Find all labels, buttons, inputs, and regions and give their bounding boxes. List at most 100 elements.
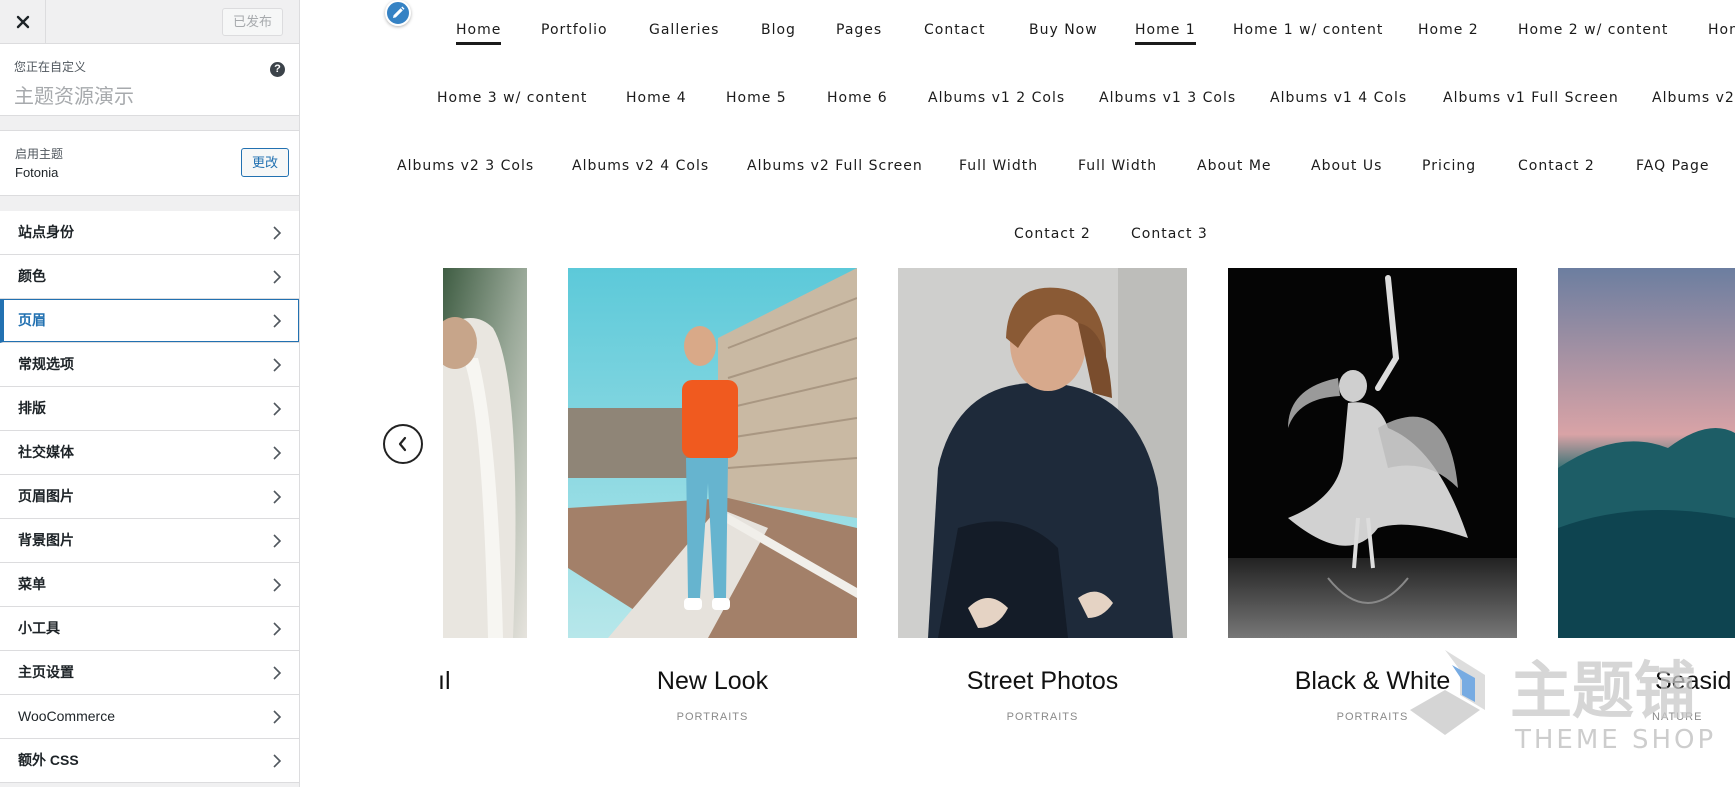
nav-item-contact-3[interactable]: Contact 3	[1131, 226, 1208, 242]
nav-item-albums-v2-4-cols[interactable]: Albums v2 4 Cols	[572, 158, 709, 174]
nav-item-home-1[interactable]: Home 1	[1135, 22, 1196, 45]
panel-typography[interactable]: 排版	[0, 387, 299, 431]
panel-label: 菜单	[18, 576, 46, 592]
nav-item-home[interactable]: Home	[456, 22, 502, 45]
chevron-right-icon	[273, 666, 282, 680]
nav-item-contact[interactable]: Contact	[924, 22, 985, 38]
nav-item-portfolio[interactable]: Portfolio	[541, 22, 608, 38]
nav-item-home-3-content[interactable]: Home 3 w/ content	[437, 90, 587, 106]
nav-item-contact-2[interactable]: Contact 2	[1518, 158, 1595, 174]
customizing-label: 您正在自定义	[14, 60, 87, 74]
gallery-image-new-look[interactable]	[568, 268, 857, 638]
nav-item-home-2-content[interactable]: Home 2 w/ content	[1518, 22, 1668, 38]
watermark-logo: 主题铺 THEME SHOP	[1400, 640, 1735, 760]
customizer-header: 已发布	[0, 0, 299, 44]
bridal-photo	[443, 268, 527, 638]
card-title[interactable]: New Look	[568, 667, 857, 696]
panel-header[interactable]: 页眉	[0, 299, 299, 343]
panel-widgets[interactable]: 小工具	[0, 607, 299, 651]
change-theme-button[interactable]: 更改	[240, 148, 289, 177]
panel-site-identity[interactable]: 站点身份	[0, 211, 299, 255]
help-icon[interactable]: ?	[270, 62, 285, 77]
gallery-image-street-photos[interactable]	[898, 268, 1187, 638]
nav-item-albums-v2[interactable]: Albums v2	[1652, 90, 1735, 106]
active-theme-section: 启用主题 Fotonia 更改	[0, 130, 299, 196]
theme-shop-logo: 主题铺 THEME SHOP	[1410, 650, 1713, 755]
chevron-right-icon	[273, 754, 282, 768]
nav-item-albums-v1-2-cols[interactable]: Albums v1 2 Cols	[928, 90, 1065, 106]
nav-item-albums-v1-3-cols[interactable]: Albums v1 3 Cols	[1099, 90, 1236, 106]
nav-item-home-2[interactable]: Home 2	[1418, 22, 1479, 38]
card-title[interactable]: ıl	[438, 667, 478, 696]
panel-label: 排版	[18, 400, 46, 416]
black-white-photo	[1228, 268, 1517, 638]
panel-label: 页眉图片	[18, 488, 74, 504]
card-title[interactable]: Street Photos	[898, 667, 1187, 696]
publish-button[interactable]: 已发布	[221, 8, 283, 36]
nav-item-home-1-content[interactable]: Home 1 w/ content	[1233, 22, 1383, 38]
chevron-left-icon	[398, 436, 407, 452]
nav-item-pages[interactable]: Pages	[836, 22, 882, 38]
panel-general-options[interactable]: 常规选项	[0, 343, 299, 387]
panel-header-image[interactable]: 页眉图片	[0, 475, 299, 519]
nav-item-faq-page[interactable]: FAQ Page	[1636, 158, 1709, 174]
watermark-cn: 主题铺	[1510, 654, 1696, 727]
panel-label: 小工具	[18, 620, 60, 636]
nav-item-albums-v1-4-cols[interactable]: Albums v1 4 Cols	[1270, 90, 1407, 106]
close-icon	[16, 15, 29, 29]
close-customizer-button[interactable]	[0, 0, 46, 44]
card-category[interactable]: PORTRAITS	[568, 711, 857, 723]
seaside-photo	[1558, 268, 1735, 638]
nav-item-albums-v2-3-cols[interactable]: Albums v2 3 Cols	[397, 158, 534, 174]
panel-label: 额外 CSS	[18, 752, 79, 768]
chevron-right-icon	[273, 270, 282, 284]
nav-item-full-width[interactable]: Full Width	[959, 158, 1038, 174]
panel-label: 背景图片	[18, 532, 74, 548]
panel-label: 站点身份	[18, 224, 74, 240]
nav-item-albums-v1-full-screen[interactable]: Albums v1 Full Screen	[1443, 90, 1619, 106]
panel-label: 颜色	[18, 268, 46, 284]
nav-item-galleries[interactable]: Galleries	[649, 22, 719, 38]
nav-item-contact-2b[interactable]: Contact 2	[1014, 226, 1091, 242]
edit-menu-shortcut[interactable]	[385, 0, 411, 26]
panel-social-media[interactable]: 社交媒体	[0, 431, 299, 475]
panel-menus[interactable]: 菜单	[0, 563, 299, 607]
gallery-image-seaside[interactable]	[1558, 268, 1735, 638]
panel-label: 常规选项	[18, 356, 74, 372]
nav-item-pricing[interactable]: Pricing	[1422, 158, 1476, 174]
nav-item-home-6[interactable]: Home 6	[827, 90, 888, 106]
panel-label: WooCommerce	[18, 708, 115, 724]
slider-prev-button[interactable]	[383, 424, 423, 464]
chevron-right-icon	[273, 578, 282, 592]
nav-item-about-me[interactable]: About Me	[1197, 158, 1272, 174]
chevron-right-icon	[273, 446, 282, 460]
customizer-panel-list: 站点身份 颜色 页眉 常规选项 排版 社交媒体 页眉图片 背景图片 菜单 小工具…	[0, 211, 299, 783]
nav-item-home-4[interactable]: Home 4	[626, 90, 687, 106]
chevron-right-icon	[273, 358, 282, 372]
gallery-image-bridal[interactable]	[443, 268, 527, 638]
panel-colors[interactable]: 颜色	[0, 255, 299, 299]
nav-item-albums-v2-full-screen[interactable]: Albums v2 Full Screen	[747, 158, 923, 174]
panel-woocommerce[interactable]: WooCommerce	[0, 695, 299, 739]
nav-item-home-5[interactable]: Home 5	[726, 90, 787, 106]
site-title: 主题资源演示	[14, 86, 134, 108]
panel-background-image[interactable]: 背景图片	[0, 519, 299, 563]
gallery-image-black-white[interactable]	[1228, 268, 1517, 638]
chevron-right-icon	[273, 490, 282, 504]
chevron-right-icon	[273, 226, 282, 240]
nav-item-full-width-2[interactable]: Full Width	[1078, 158, 1157, 174]
nav-item-home-3[interactable]: Hon	[1708, 22, 1735, 38]
street-photos-photo	[898, 268, 1187, 638]
chevron-right-icon	[273, 710, 282, 724]
panel-homepage-settings[interactable]: 主页设置	[0, 651, 299, 695]
new-look-photo	[568, 268, 857, 638]
chevron-right-icon	[273, 314, 282, 328]
nav-item-buy-now[interactable]: Buy Now	[1029, 22, 1098, 38]
chevron-right-icon	[273, 534, 282, 548]
nav-item-about-us[interactable]: About Us	[1311, 158, 1382, 174]
panel-label: 页眉	[18, 312, 46, 328]
card-category[interactable]: PORTRAITS	[898, 711, 1187, 723]
nav-item-blog[interactable]: Blog	[761, 22, 796, 38]
panel-additional-css[interactable]: 额外 CSS	[0, 739, 299, 783]
chevron-right-icon	[273, 402, 282, 416]
